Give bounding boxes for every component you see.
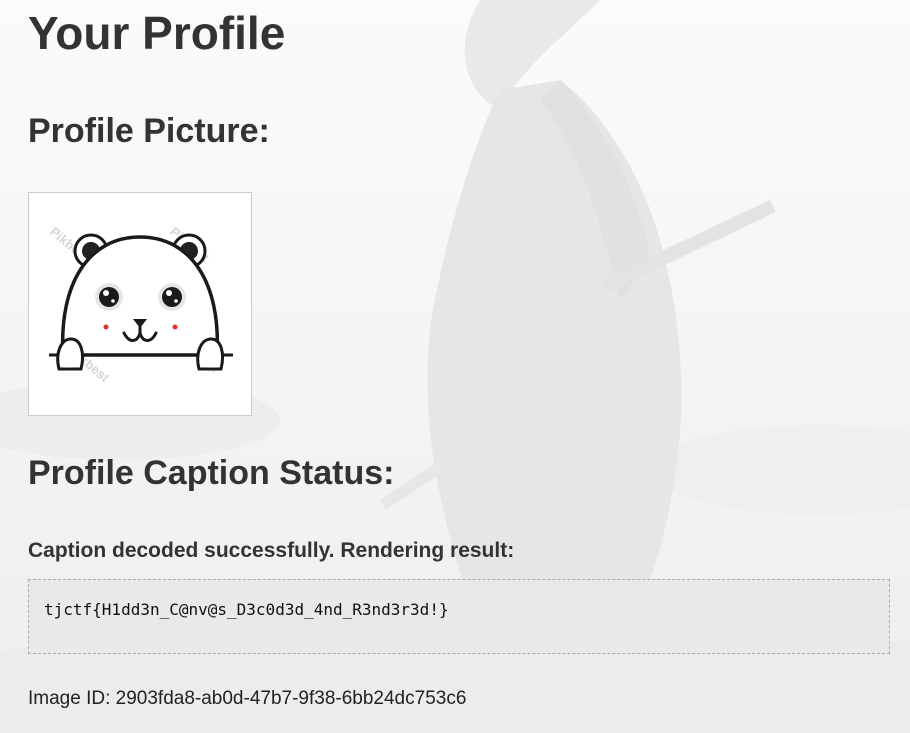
caption-status-message: Caption decoded successfully. Rendering … bbox=[28, 539, 515, 562]
caption-status-heading: Profile Caption Status: bbox=[28, 454, 395, 492]
bear-avatar-icon: Pikbest Pikbest Pikbest Pikbest Pikbest bbox=[47, 224, 233, 385]
image-id-line: Image ID: 2903fda8-ab0d-47b7-9f38-6bb24d… bbox=[28, 688, 466, 710]
profile-picture-heading: Profile Picture: bbox=[28, 112, 270, 150]
image-id-value: 2903fda8-ab0d-47b7-9f38-6bb24dc753c6 bbox=[115, 688, 467, 709]
caption-result-box: tjctf{H1dd3n_C@nv@s_D3c0d3d_4nd_R3nd3r3d… bbox=[28, 579, 890, 654]
profile-picture: Pikbest Pikbest Pikbest Pikbest Pikbest bbox=[28, 192, 252, 416]
image-id-label: Image ID: bbox=[28, 688, 111, 709]
caption-result-text: tjctf{H1dd3n_C@nv@s_D3c0d3d_4nd_R3nd3r3d… bbox=[44, 600, 449, 619]
page-title: Your Profile bbox=[28, 7, 286, 59]
